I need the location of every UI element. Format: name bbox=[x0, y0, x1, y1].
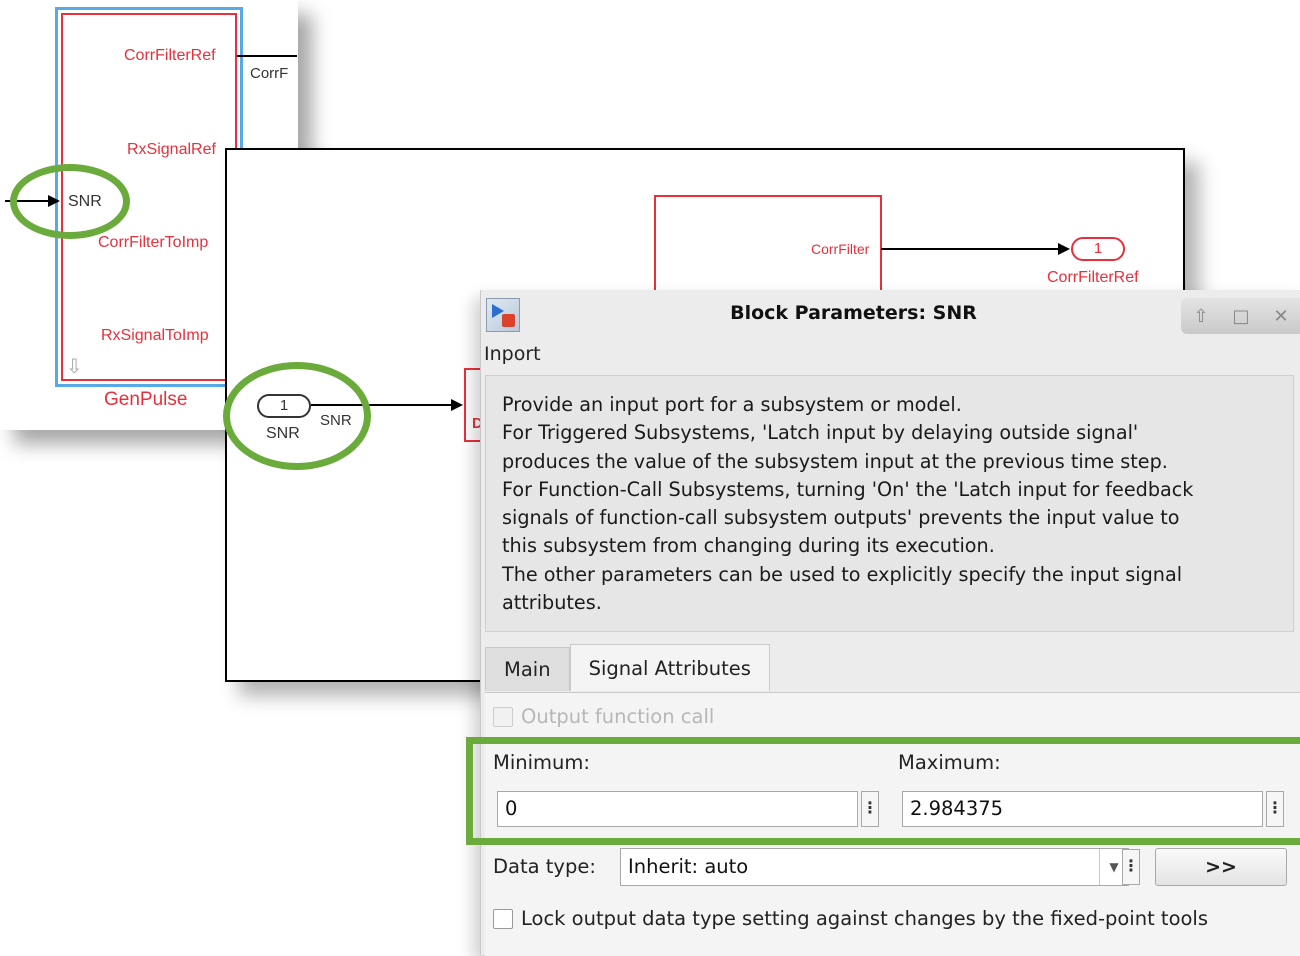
data-type-select[interactable]: Inherit: auto ▼ bbox=[620, 848, 1129, 886]
output-function-call-label: Output function call bbox=[521, 705, 715, 728]
data-type-value: Inherit: auto bbox=[628, 855, 749, 878]
snr-port-highlight bbox=[10, 164, 130, 239]
parameter-tabs: Main Signal Attributes bbox=[485, 644, 770, 693]
minimize-icon[interactable]: ⇧ bbox=[1188, 306, 1214, 327]
dialog-title-bar[interactable]: Block Parameters: SNR ⇧ □ ✕ bbox=[481, 290, 1300, 340]
tab-signal-attributes[interactable]: Signal Attributes bbox=[569, 644, 770, 691]
port-rx-signal-ref: RxSignalRef bbox=[127, 141, 216, 158]
description-line: The other parameters can be used to expl… bbox=[502, 562, 1183, 586]
outport-name: CorrFilterRef bbox=[1047, 269, 1139, 286]
data-type-label: Data type: bbox=[493, 855, 596, 878]
block-type-label: Inport bbox=[484, 343, 541, 365]
block-description: Provide an input port for a subsystem or… bbox=[485, 375, 1294, 632]
corr-filter-port-label: CorrFilter bbox=[811, 241, 870, 257]
data-type-options-icon[interactable]: ⋮ bbox=[1122, 849, 1140, 885]
block-parameters-dialog: Block Parameters: SNR ⇧ □ ✕ Inport Provi… bbox=[480, 290, 1300, 956]
inport-arrow-icon bbox=[451, 399, 463, 411]
description-line: For Function-Call Subsystems, turning 'O… bbox=[502, 477, 1194, 501]
tab-main[interactable]: Main bbox=[485, 647, 570, 691]
description-line: this subsystem from changing during its … bbox=[502, 534, 995, 558]
maximize-icon[interactable]: □ bbox=[1228, 306, 1254, 327]
corr-filter-ref-signal-label: CorrF bbox=[250, 65, 289, 82]
port-corr-filter-to-imp: CorrFilterToImp bbox=[98, 234, 209, 251]
look-under-mask-icon[interactable]: ⇩ bbox=[66, 354, 83, 378]
description-line: signals of function-call subsystem outpu… bbox=[502, 506, 1180, 530]
min-max-highlight bbox=[466, 737, 1300, 845]
corr-filter-arrow-icon bbox=[1058, 243, 1070, 255]
output-function-call-checkbox[interactable] bbox=[493, 707, 513, 727]
window-controls: ⇧ □ ✕ bbox=[1181, 298, 1300, 334]
port-corr-filter-ref: CorrFilterRef bbox=[124, 47, 216, 64]
genpulse-block-name: GenPulse bbox=[104, 389, 188, 410]
description-line: attributes. bbox=[502, 591, 602, 615]
lock-output-label: Lock output data type setting against ch… bbox=[521, 907, 1209, 930]
corr-filter-signal-line bbox=[881, 248, 1061, 250]
dialog-title: Block Parameters: SNR bbox=[730, 302, 977, 324]
port-rx-signal-to-imp: RxSignalToImp bbox=[101, 327, 209, 344]
corr-filter-ref-signal-line bbox=[237, 55, 297, 57]
description-line: Provide an input port for a subsystem or… bbox=[502, 393, 962, 416]
corr-filter-ref-outport[interactable]: 1 bbox=[1071, 237, 1125, 261]
data-type-assistant-button[interactable]: >> bbox=[1155, 848, 1287, 886]
close-icon[interactable]: ✕ bbox=[1268, 306, 1294, 327]
description-line: For Triggered Subsystems, 'Latch input b… bbox=[502, 421, 1139, 445]
lock-output-checkbox[interactable] bbox=[493, 909, 513, 929]
inport-highlight bbox=[223, 362, 371, 470]
description-line: produces the value of the subsystem inpu… bbox=[502, 449, 1168, 473]
